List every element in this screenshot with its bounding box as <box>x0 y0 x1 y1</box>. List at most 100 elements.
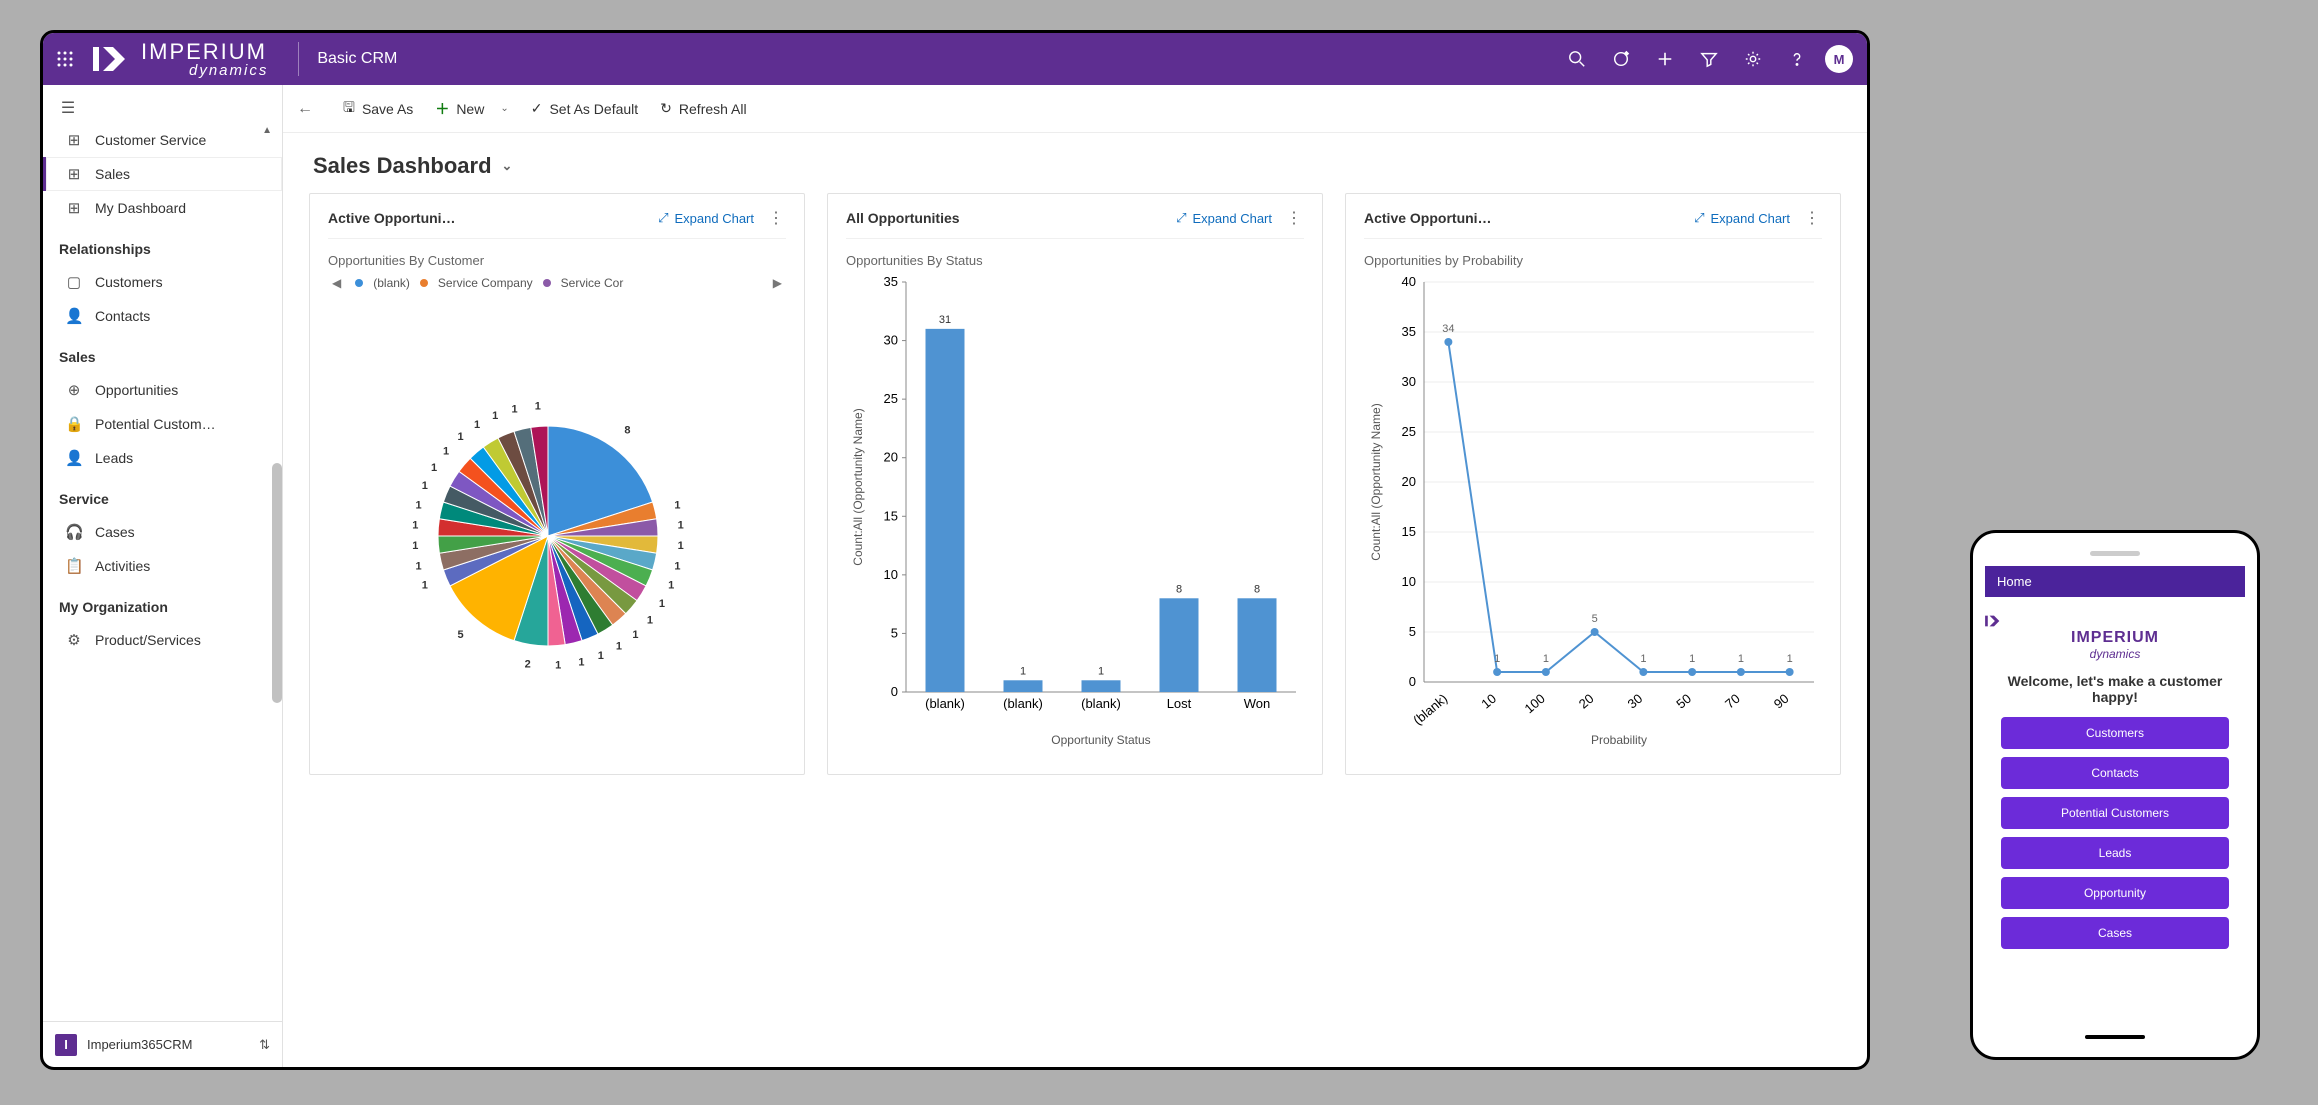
sidebar-item-my-dashboard[interactable]: ⊞My Dashboard <box>43 191 282 225</box>
svg-text:90: 90 <box>1771 691 1792 712</box>
svg-text:25: 25 <box>1402 424 1416 439</box>
more-menu-button[interactable]: ⋮ <box>766 208 786 228</box>
card-title: Active Opportuni… <box>328 210 456 226</box>
line-chart[interactable]: 0510152025303540(blank)10100203050709034… <box>1364 272 1822 732</box>
svg-text:1: 1 <box>632 629 638 641</box>
expand-chart-button[interactable]: ⤢Expand Chart <box>1176 210 1272 226</box>
svg-text:Lost: Lost <box>1167 696 1192 711</box>
mobile-button-potential-customers[interactable]: Potential Customers <box>2001 797 2229 829</box>
svg-text:1: 1 <box>443 445 449 457</box>
svg-text:0: 0 <box>891 684 898 699</box>
expand-chart-button[interactable]: ⤢Expand Chart <box>658 210 754 226</box>
nav-group-relationships: Relationships <box>43 225 282 265</box>
legend-prev-icon[interactable]: ◀ <box>328 276 345 290</box>
sidebar-item-label: Leads <box>95 450 133 466</box>
svg-text:1: 1 <box>674 560 680 572</box>
sidebar-item-potential-customers[interactable]: 🔒Potential Custom… <box>43 407 282 441</box>
svg-text:20: 20 <box>1576 691 1597 712</box>
nav-group-service: Service <box>43 475 282 515</box>
new-dropdown-icon[interactable]: ⌄ <box>500 103 508 114</box>
sidebar-item-customer-service[interactable]: ⊞Customer Service <box>43 123 282 157</box>
app-launcher-icon[interactable] <box>57 51 87 67</box>
svg-text:35: 35 <box>884 274 898 289</box>
mobile-preview: Home IMPERIUMdynamics Welcome, let's mak… <box>1970 530 2260 1060</box>
refresh-button[interactable]: ↻Refresh All <box>660 100 746 117</box>
legend-next-icon[interactable]: ▶ <box>769 276 786 290</box>
svg-text:(blank): (blank) <box>1410 691 1450 728</box>
sidebar-item-product-services[interactable]: ⚙Product/Services <box>43 623 282 657</box>
page-title[interactable]: Sales Dashboard ⌄ <box>283 133 1867 193</box>
app-switcher-label: Imperium365CRM <box>87 1037 192 1052</box>
nav-group-sales: Sales <box>43 333 282 373</box>
sidebar-item-activities[interactable]: 📋Activities <box>43 549 282 583</box>
mobile-button-customers[interactable]: Customers <box>2001 717 2229 749</box>
svg-text:1: 1 <box>535 400 541 412</box>
settings-icon[interactable] <box>1731 37 1775 81</box>
svg-text:5: 5 <box>891 625 898 640</box>
more-menu-button[interactable]: ⋮ <box>1284 208 1304 228</box>
plus-icon: ＋ <box>435 99 449 119</box>
sidebar-scrollbar[interactable] <box>272 463 282 703</box>
sidebar-item-label: My Dashboard <box>95 200 186 216</box>
svg-text:Count:All (Opportunity Name): Count:All (Opportunity Name) <box>1369 403 1383 560</box>
swap-icon: ⇅ <box>259 1037 270 1053</box>
chevron-down-icon: ⌄ <box>502 158 513 174</box>
sidebar-item-customers[interactable]: ▢Customers <box>43 265 282 299</box>
svg-text:1: 1 <box>598 650 604 662</box>
svg-text:1: 1 <box>431 462 437 474</box>
filter-icon[interactable] <box>1687 37 1731 81</box>
sidebar-item-contacts[interactable]: 👤Contacts <box>43 299 282 333</box>
svg-text:10: 10 <box>884 567 898 582</box>
save-as-button[interactable]: 🖫Save As <box>343 97 413 121</box>
svg-text:70: 70 <box>1722 691 1743 712</box>
new-button[interactable]: ＋New <box>435 99 484 119</box>
more-menu-button[interactable]: ⋮ <box>1802 208 1822 228</box>
user-avatar[interactable]: M <box>1825 45 1853 73</box>
sidebar-item-label: Customer Service <box>95 132 206 148</box>
sidebar-collapse-button[interactable]: ☰ <box>53 93 83 123</box>
brand-logo-icon <box>93 41 133 77</box>
mobile-topbar: Home <box>1985 566 2245 597</box>
bar-chart[interactable]: 0510152025303531(blank)1(blank)1(blank)8… <box>846 272 1304 732</box>
sidebar-item-label: Potential Custom… <box>95 416 216 432</box>
back-button[interactable]: ← <box>297 100 321 118</box>
card-title: All Opportunities <box>846 210 960 226</box>
svg-text:1: 1 <box>474 419 480 431</box>
app-switcher[interactable]: I Imperium365CRM ⇅ <box>43 1021 282 1067</box>
expand-icon: ⤢ <box>658 210 668 226</box>
svg-text:(blank): (blank) <box>1081 696 1121 711</box>
nav-group-my-organization: My Organization <box>43 583 282 623</box>
svg-text:1: 1 <box>668 580 674 592</box>
mobile-button-leads[interactable]: Leads <box>2001 837 2229 869</box>
add-icon[interactable] <box>1643 37 1687 81</box>
mobile-button-contacts[interactable]: Contacts <box>2001 757 2229 789</box>
search-icon[interactable] <box>1555 37 1599 81</box>
task-flow-icon[interactable] <box>1599 37 1643 81</box>
sidebar-item-leads[interactable]: 👤Leads <box>43 441 282 475</box>
mobile-welcome-text: Welcome, let's make a customer happy! <box>1985 669 2245 717</box>
mobile-button-cases[interactable]: Cases <box>2001 917 2229 949</box>
svg-text:20: 20 <box>1402 474 1416 489</box>
global-topbar: IMPERIUMdynamics Basic CRM M <box>43 33 1867 85</box>
mobile-button-opportunity[interactable]: Opportunity <box>2001 877 2229 909</box>
sidebar-item-sales[interactable]: ⊞Sales <box>43 157 282 191</box>
svg-text:1: 1 <box>1543 653 1549 665</box>
svg-text:8: 8 <box>624 425 630 437</box>
svg-text:1: 1 <box>457 431 463 443</box>
svg-text:30: 30 <box>1625 691 1646 712</box>
svg-text:5: 5 <box>1409 624 1416 639</box>
card-opportunities-by-customer: Active Opportuni… ⤢Expand Chart ⋮ Opport… <box>309 193 805 775</box>
help-icon[interactable] <box>1775 37 1819 81</box>
refresh-icon: ↻ <box>660 100 672 117</box>
chart-subtitle: Opportunities By Status <box>846 239 1304 272</box>
set-default-button[interactable]: ✓Set As Default <box>531 100 638 117</box>
expand-chart-button[interactable]: ⤢Expand Chart <box>1694 210 1790 226</box>
phone-speaker <box>2090 551 2140 556</box>
app-name: Basic CRM <box>298 42 397 76</box>
sidebar-item-label: Cases <box>95 524 135 540</box>
svg-text:8: 8 <box>1176 583 1182 595</box>
sidebar-item-opportunities[interactable]: ⊕Opportunities <box>43 373 282 407</box>
sidebar-item-cases[interactable]: 🎧Cases <box>43 515 282 549</box>
pie-chart[interactable]: 8111111111111251111111111111 <box>328 296 786 756</box>
svg-text:0: 0 <box>1409 674 1416 689</box>
